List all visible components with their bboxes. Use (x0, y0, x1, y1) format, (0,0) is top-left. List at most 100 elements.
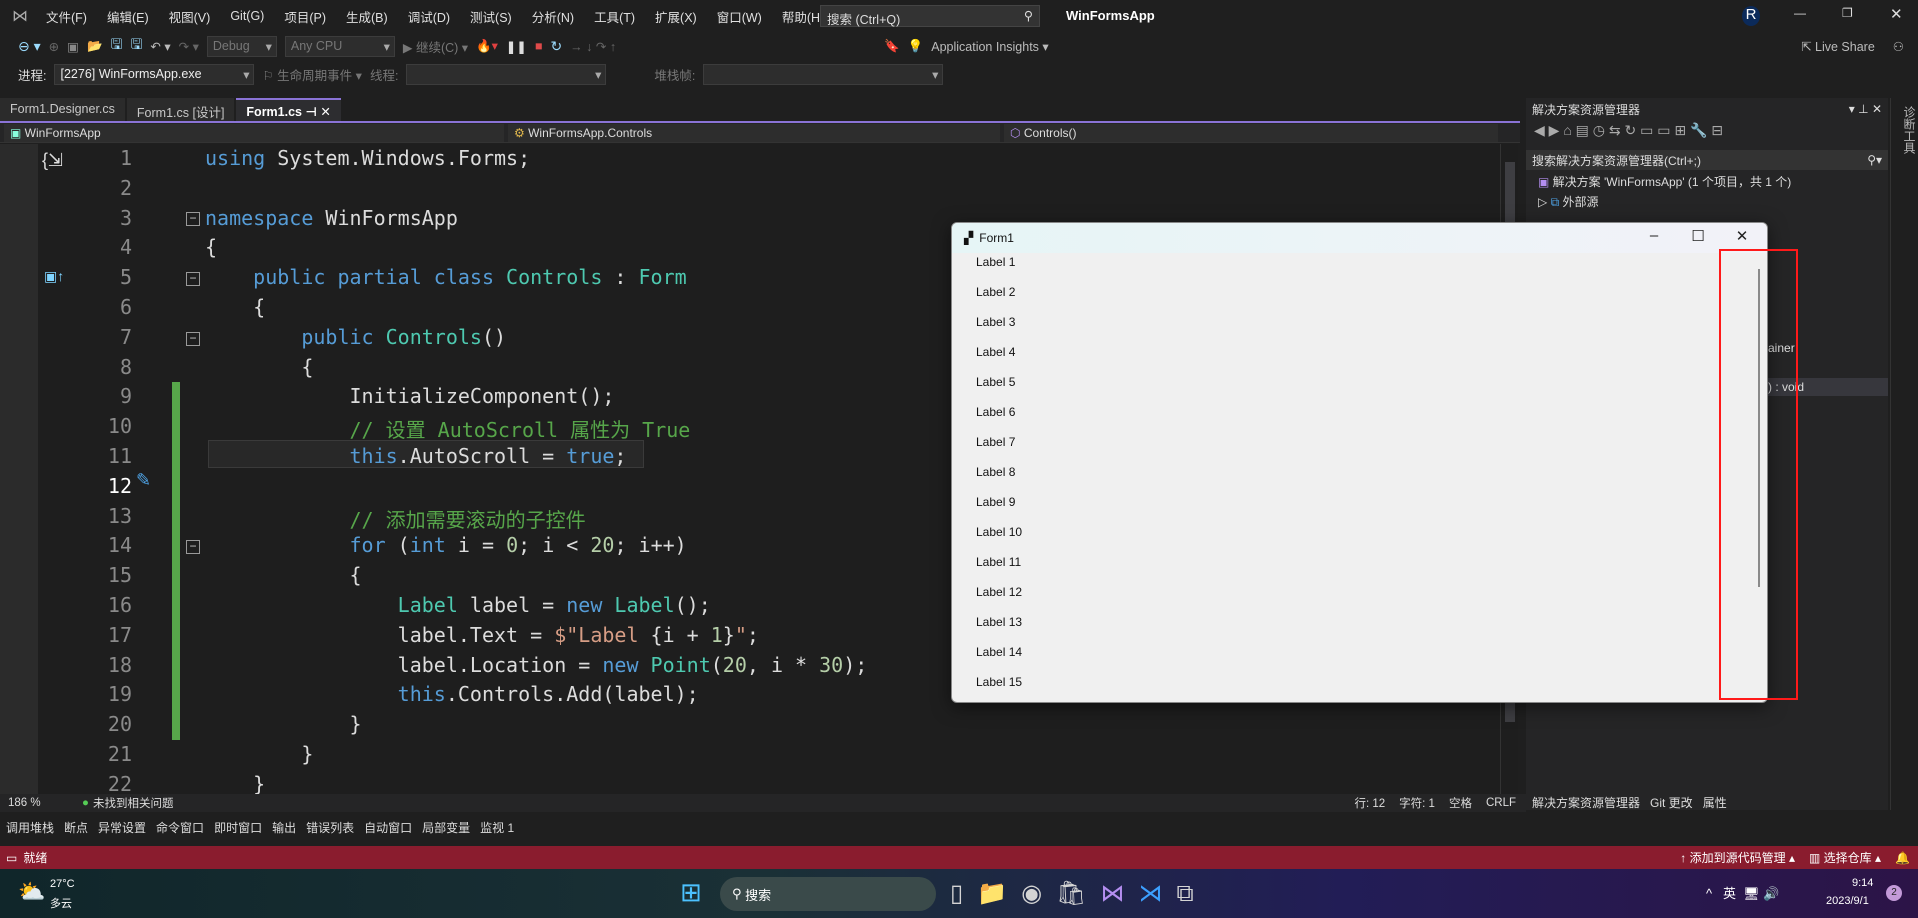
solution-search-input[interactable]: 搜索解决方案资源管理器(Ctrl+;) ⚲▾ (1526, 150, 1888, 170)
taskbar-apps[interactable]: ▯📁◉🛍⋈⋊⧉ (950, 879, 1208, 908)
tool-tab[interactable]: 异常设置 (98, 819, 146, 836)
tray-icons[interactable]: ^ 英 🖥 🔊 (1706, 883, 1779, 902)
menu-item[interactable]: 生成(B) (336, 7, 398, 26)
start-icon[interactable]: ⊞ (680, 877, 702, 908)
tool-tab[interactable]: 局部变量 (422, 819, 470, 836)
code-line[interactable]: public Controls() (205, 325, 506, 349)
lifecycle-events-button[interactable]: ⚐ 生命周期事件 ▾ (262, 65, 361, 84)
code-line[interactable]: { (205, 295, 265, 319)
class-dropdown[interactable]: ⚙ WinFormsApp.Controls (508, 124, 1000, 142)
hot-reload-icon[interactable]: 🔥▾ (476, 38, 498, 54)
menu-item[interactable]: 测试(S) (460, 7, 522, 26)
add-source-control-button[interactable]: ↑ 添加到源代码管理 ▴ (1680, 849, 1795, 866)
redo-icon[interactable]: ↷ ▾ (179, 39, 199, 54)
code-line[interactable]: namespace WinFormsApp (205, 206, 458, 230)
menu-item[interactable]: 调试(D) (398, 7, 460, 26)
process-dropdown[interactable]: [2276] WinFormsApp.exe (54, 63, 255, 85)
solution-tab[interactable]: 解决方案资源管理器 (1532, 794, 1640, 811)
code-line[interactable]: InitializeComponent(); (205, 384, 614, 408)
taskbar-search[interactable]: ⚲ 搜索 (720, 877, 936, 911)
tool-tab[interactable]: 即时窗口 (214, 819, 262, 836)
code-line[interactable]: } (205, 742, 313, 766)
menu-item[interactable]: 工具(T) (584, 7, 645, 26)
whitespace-indicator[interactable]: 空格 (1449, 795, 1472, 811)
fold-toggle[interactable]: − (186, 212, 200, 226)
code-line[interactable]: { (205, 355, 313, 379)
solution-tab[interactable]: 属性 (1703, 794, 1727, 811)
search-box[interactable]: 搜索 (Ctrl+Q) ⚲ (820, 5, 1040, 27)
continue-button[interactable]: ▶ 继续(C) ▾ (403, 37, 468, 56)
code-line[interactable]: using System.Windows.Forms; (205, 146, 530, 170)
tool-tab[interactable]: 调用堆栈 (6, 819, 54, 836)
configuration-dropdown[interactable]: Debug (206, 35, 277, 57)
tool-tab[interactable]: 自动窗口 (364, 819, 412, 836)
project-dropdown[interactable]: ▣ WinFormsApp (4, 124, 504, 142)
solution-tab[interactable]: Git 更改 (1650, 794, 1693, 811)
menu-item[interactable]: Git(G) (220, 9, 274, 23)
restart-icon[interactable]: ↻ (550, 38, 562, 55)
new-project-icon[interactable]: ▣ (67, 39, 79, 54)
menu-item[interactable]: 分析(N) (522, 7, 584, 26)
form-minimize-button[interactable]: – (1632, 227, 1676, 244)
code-line[interactable]: // 设置 AutoScroll 属性为 True (205, 414, 691, 443)
tab-2[interactable]: Form1.cs ⊣ ✕ (236, 98, 341, 121)
eol-indicator[interactable]: CRLF (1486, 797, 1516, 809)
menu-item[interactable]: 编辑(E) (97, 7, 159, 26)
tool-tab[interactable]: 监视 1 (480, 819, 514, 836)
bookmark-icon[interactable]: 🔖 (884, 39, 900, 54)
pin-icon[interactable]: ▾ ⊥ ✕ (1849, 102, 1882, 116)
select-repo-button[interactable]: ▥ 选择仓库 ▴ (1809, 849, 1881, 866)
menu-item[interactable]: 窗口(W) (707, 7, 772, 26)
code-line[interactable]: public partial class Controls : Form (205, 265, 687, 289)
fold-toggle[interactable]: − (186, 540, 200, 554)
tool-tab[interactable]: 输出 (272, 819, 296, 836)
form-maximize-button[interactable]: ☐ (1676, 227, 1720, 245)
tree-item-external[interactable]: ▷ ⧉ 外部源 (1538, 192, 1876, 212)
save-all-icon[interactable]: 🖫 (130, 34, 142, 58)
notification-badge[interactable]: 2 (1886, 885, 1902, 901)
member-dropdown[interactable]: ⬡ Controls() (1004, 124, 1498, 142)
stop-icon[interactable]: ■ (535, 39, 543, 53)
pin-icon[interactable]: ⊣ ✕ (302, 105, 330, 119)
diagnostic-tools-tab[interactable]: 诊断工具 (1890, 98, 1918, 810)
platform-dropdown[interactable]: Any CPU (284, 35, 395, 57)
restore-button[interactable]: ❐ (1842, 6, 1853, 20)
code-line[interactable]: this.Controls.Add(label); (205, 682, 699, 706)
tab-1[interactable]: Form1.cs [设计] (126, 98, 235, 121)
code-line[interactable]: { (205, 235, 217, 259)
tool-tab[interactable]: 错误列表 (306, 819, 354, 836)
tool-tab[interactable]: 断点 (64, 819, 88, 836)
forward-icon[interactable]: ⊕ (49, 39, 59, 54)
thread-dropdown[interactable] (406, 63, 607, 85)
notifications-icon[interactable]: 🔔 (1895, 851, 1910, 865)
open-icon[interactable]: 📂 (87, 39, 103, 54)
menu-item[interactable]: 扩展(X) (645, 7, 707, 26)
code-line[interactable]: { (205, 563, 361, 587)
code-line[interactable]: // 添加需要滚动的子控件 (205, 504, 586, 533)
form-close-button[interactable]: ✕ (1720, 227, 1764, 245)
zoom-level[interactable]: 186 % (0, 797, 62, 809)
code-line[interactable]: label.Location = new Point(20, i * 30); (205, 653, 868, 677)
code-line[interactable]: } (205, 772, 265, 794)
feedback-icon[interactable]: ⚇ (1893, 39, 1904, 54)
back-icon[interactable]: ⊖ ▾ (18, 38, 41, 55)
menu-item[interactable]: 项目(P) (274, 7, 336, 26)
stack-frame-dropdown[interactable] (703, 63, 944, 85)
minimize-button[interactable]: — (1794, 6, 1806, 20)
fold-toggle[interactable]: − (186, 272, 200, 286)
live-share-button[interactable]: ⇱ Live Share (1801, 39, 1875, 54)
code-line[interactable]: } (205, 712, 361, 736)
quick-action-icon[interactable]: ✎ (136, 470, 151, 491)
tool-tab[interactable]: 命令窗口 (156, 819, 204, 836)
issues-status[interactable]: 未找到相关问题 (93, 795, 174, 811)
close-button[interactable]: ✕ (1890, 5, 1903, 23)
fold-toggle[interactable]: − (186, 332, 200, 346)
tab-0[interactable]: Form1.Designer.cs (0, 98, 125, 121)
code-line[interactable]: Label label = new Label(); (205, 593, 711, 617)
menu-item[interactable]: 文件(F) (36, 7, 97, 26)
code-line[interactable]: for (int i = 0; i < 20; i++) (205, 533, 687, 557)
app-insights-button[interactable]: Application Insights ▾ (931, 39, 1048, 54)
tree-item-solution[interactable]: ▣ 解决方案 'WinFormsApp' (1 个项目，共 1 个) (1538, 172, 1876, 192)
undo-icon[interactable]: ↶ ▾ (150, 39, 170, 54)
avatar[interactable]: R (1742, 6, 1760, 26)
